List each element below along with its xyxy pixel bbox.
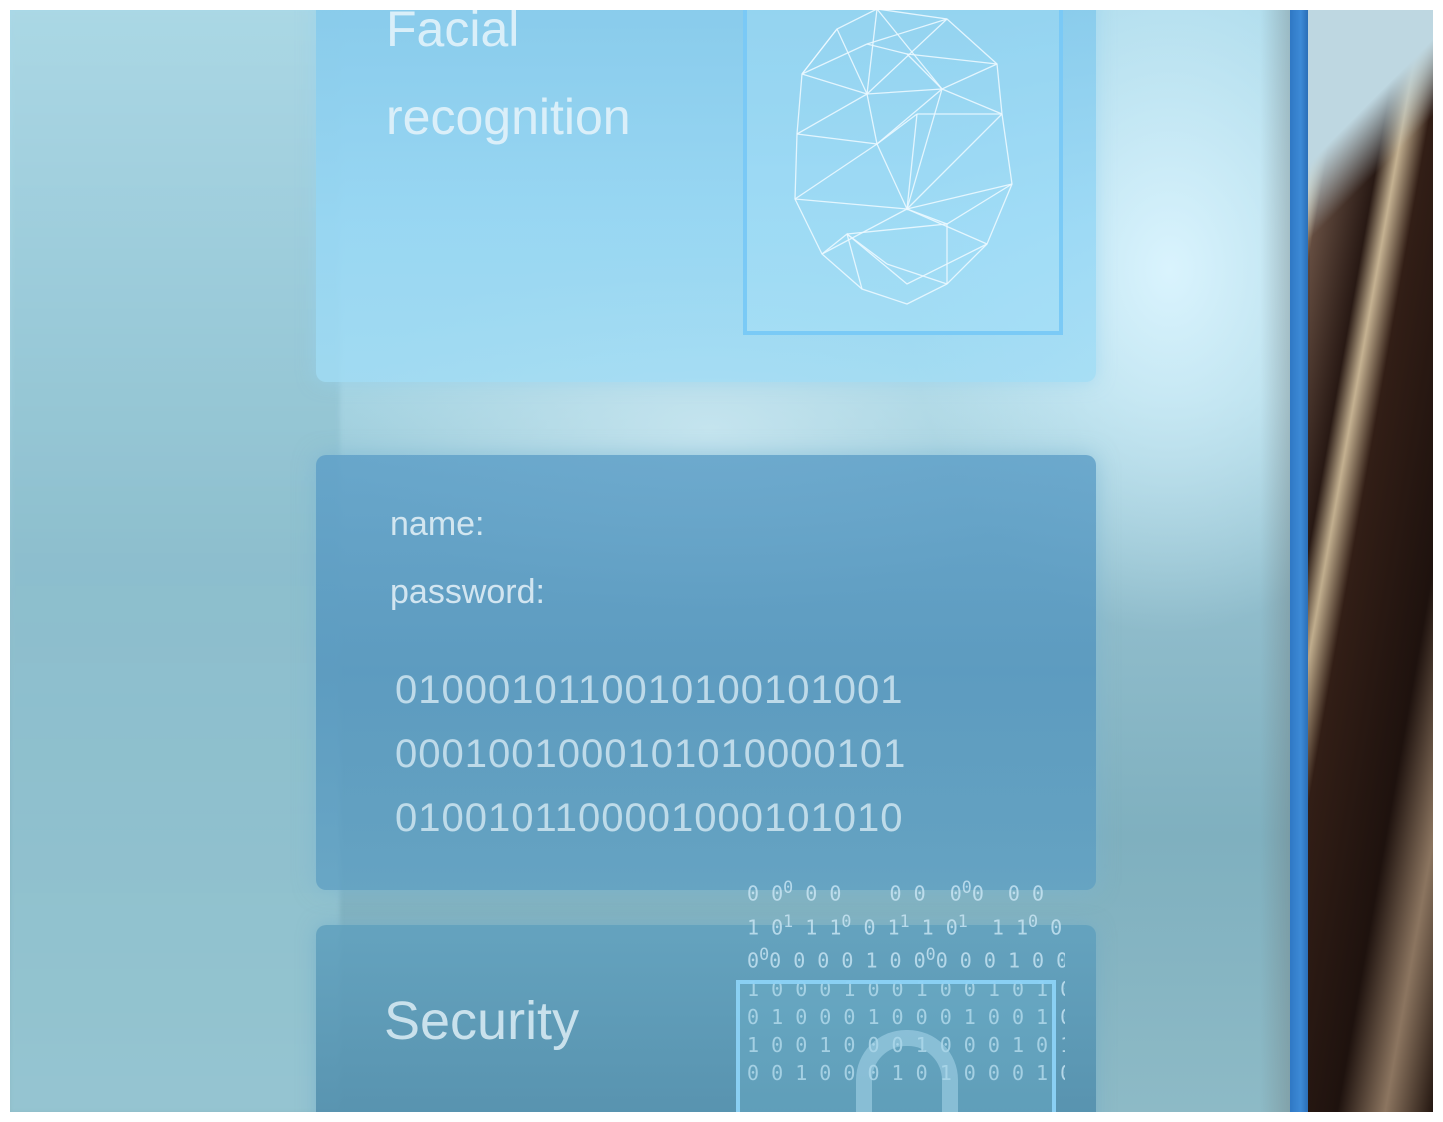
image-frame: Facial recognition name: password: 01000… (10, 10, 1433, 1112)
background-haze (10, 10, 340, 1112)
name-label: name: (390, 505, 485, 543)
password-label: password: (390, 573, 545, 611)
accent-bar (1290, 10, 1308, 1112)
title-line-2: recognition (386, 89, 631, 145)
title-line-1: Facial (386, 10, 520, 57)
security-title: Security (384, 991, 580, 1051)
binary-line: 0100010110010100101001 (395, 668, 904, 712)
binary-line: 0001001000101010000101 (395, 732, 907, 776)
face-mesh-icon (743, 10, 1063, 335)
facial-recognition-title: Facial recognition (386, 10, 631, 161)
hair-photo-background (1308, 10, 1433, 270)
